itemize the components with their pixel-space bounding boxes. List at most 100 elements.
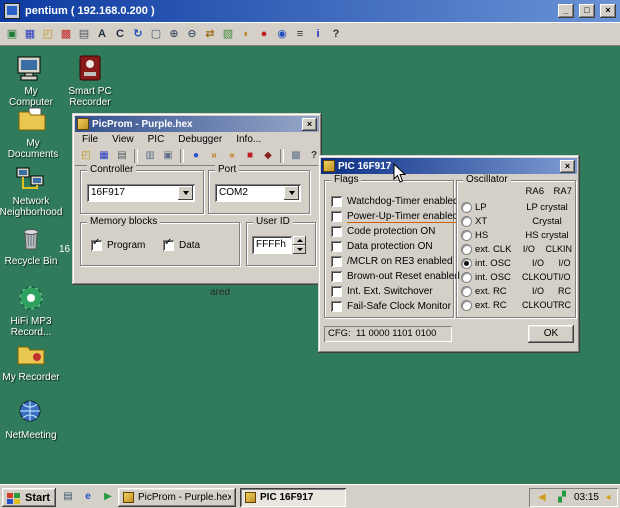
start-button[interactable]: Start <box>2 488 56 507</box>
task-button-pic-dialog[interactable]: PIC 16F917 <box>240 488 346 507</box>
oscillator-radio[interactable] <box>461 229 472 241</box>
flag-checkbox[interactable] <box>331 196 342 207</box>
program-checkbox[interactable] <box>91 237 102 251</box>
desktop-icon-recycle-bin[interactable]: Recycle Bin <box>2 222 60 267</box>
oscillator-radio[interactable] <box>461 271 472 283</box>
controller-combo[interactable]: 16F917 <box>87 184 195 202</box>
picprom-title: PicProm - Purple.hex <box>92 118 193 130</box>
maximize-button[interactable]: □ <box>579 4 595 18</box>
hex-editor-icon[interactable]: ▥ <box>142 148 158 164</box>
fullscreen-icon[interactable]: ▢ <box>148 26 164 42</box>
ctrl-key-icon[interactable]: C <box>112 26 128 42</box>
settings-icon[interactable]: ≡ <box>292 26 308 42</box>
flag-row: Code protection ON <box>331 225 435 238</box>
file-transfer-icon[interactable]: ⇄ <box>202 26 218 42</box>
ctrl-esc-icon[interactable]: ▤ <box>76 26 92 42</box>
config-chip-icon[interactable]: ▩ <box>288 148 304 164</box>
desktop-icon-network-neighborhood[interactable]: Network Neighborhood <box>0 162 62 218</box>
flag-row: Power-Up-Timer enabled <box>331 210 459 223</box>
save-connection-icon[interactable]: ▦ <box>22 26 38 42</box>
desktop-icon-hifi-mp3[interactable]: HiFi MP3 Record... <box>2 282 60 338</box>
minimize-button[interactable]: _ <box>558 4 574 18</box>
menu-file[interactable]: File <box>75 133 105 146</box>
volume-icon[interactable]: ◀ <box>534 490 550 506</box>
ok-button[interactable]: OK <box>528 325 574 343</box>
chip-info-icon[interactable]: ▣ <box>160 148 176 164</box>
menu-view[interactable]: View <box>105 133 141 146</box>
cfg-field: CFG: 11 0000 1101 0100 <box>324 326 452 342</box>
oscillator-radio[interactable] <box>461 215 472 227</box>
refresh-icon[interactable]: ↻ <box>130 26 146 42</box>
port-combo[interactable]: COM2 <box>215 184 301 202</box>
verify-chip-icon[interactable]: « <box>224 148 240 164</box>
info-icon[interactable]: i <box>310 26 326 42</box>
flag-checkbox[interactable] <box>331 226 342 237</box>
menu-pic[interactable]: PIC <box>141 133 172 146</box>
ra7-value: I/O <box>558 258 571 268</box>
alt-key-icon[interactable]: A <box>94 26 110 42</box>
oscillator-radio[interactable] <box>461 285 472 297</box>
flag-checkbox[interactable] <box>331 271 342 282</box>
clipboard-icon[interactable]: ▧ <box>220 26 236 42</box>
close-button[interactable]: × <box>600 4 616 18</box>
port-dropdown-button[interactable] <box>284 186 299 200</box>
oscillator-radio[interactable] <box>461 299 472 311</box>
desktop-icon-my-documents[interactable]: My Documents <box>2 104 64 160</box>
viewer-titlebar[interactable]: pentium ( 192.168.0.200 ) _ □ × <box>0 0 620 22</box>
desktop-icon-my-recorder[interactable]: My Recorder <box>2 338 60 383</box>
data-checkbox[interactable] <box>163 237 174 251</box>
menu-debugger[interactable]: Debugger <box>171 133 229 146</box>
network-status-icon[interactable]: ▞ <box>554 490 570 506</box>
pic-dialog-close-button[interactable]: × <box>560 159 575 173</box>
read-chip-icon[interactable]: ● <box>188 148 204 164</box>
program-chip-icon[interactable]: » <box>206 148 222 164</box>
erase-chip-icon[interactable]: ◆ <box>260 148 276 164</box>
internet-explorer-icon[interactable]: e <box>80 489 96 505</box>
menu-info[interactable]: Info... <box>229 133 268 146</box>
picprom-close-button[interactable]: × <box>302 117 317 131</box>
flag-checkbox[interactable] <box>331 241 342 252</box>
open-file-icon[interactable]: ◰ <box>78 148 94 164</box>
save-file-icon[interactable]: ▦ <box>96 148 112 164</box>
print-icon[interactable]: ▤ <box>114 148 130 164</box>
controller-dropdown-button[interactable] <box>178 186 193 200</box>
flag-checkbox[interactable] <box>331 256 342 267</box>
desktop-icon-my-computer[interactable]: My Computer <box>2 52 60 108</box>
zoom-in-icon[interactable]: ⊕ <box>166 26 182 42</box>
desktop-icon-netmeeting[interactable]: NetMeeting <box>2 396 60 441</box>
pic-dialog-titlebar[interactable]: PIC 16F917 × <box>321 158 577 174</box>
windows-flag-icon <box>7 492 20 504</box>
oscillator-radio[interactable] <box>461 243 472 255</box>
oscillator-option: XT Crystal <box>461 215 572 227</box>
oscillator-radio[interactable] <box>461 201 472 213</box>
netmeeting-icon <box>15 396 47 428</box>
picprom-toolbar: ◰ ▦ ▤ ▥ ▣ ● » « ■ ◆ ▩ ? <box>75 146 319 166</box>
picprom-titlebar[interactable]: PicProm - Purple.hex × <box>75 116 319 132</box>
ctrl-alt-del-icon[interactable]: ▩ <box>58 26 74 42</box>
flag-checkbox[interactable] <box>331 286 342 297</box>
oscillator-name: ext. RC <box>475 299 507 311</box>
new-connection-icon[interactable]: ▣ <box>4 26 20 42</box>
show-desktop-icon[interactable]: ▤ <box>60 489 76 505</box>
flag-checkbox[interactable] <box>331 211 342 222</box>
help-icon[interactable]: ? <box>328 26 344 42</box>
chevron-down-icon <box>288 191 295 195</box>
zoom-out-icon[interactable]: ⊖ <box>184 26 200 42</box>
media-player-icon[interactable]: ▶ <box>100 489 116 505</box>
user-id-field[interactable]: FFFFh <box>252 236 292 254</box>
spin-down-button[interactable] <box>293 245 306 254</box>
record-icon[interactable]: ● <box>256 26 272 42</box>
notification-arrow-icon[interactable]: ◂ <box>603 490 613 506</box>
task-button-picprom[interactable]: PicProm - Purple.hex <box>118 488 236 507</box>
open-connection-icon[interactable]: ◰ <box>40 26 56 42</box>
desktop-icon-smart-pc-recorder[interactable]: Smart PC Recorder <box>62 52 118 108</box>
snapshot-icon[interactable]: ◉ <box>274 26 290 42</box>
spin-up-button[interactable] <box>293 236 306 245</box>
smart-pc-recorder-icon <box>74 52 106 84</box>
flag-checkbox[interactable] <box>331 301 342 312</box>
user-id-spinner <box>293 236 306 254</box>
stop-icon[interactable]: ■ <box>242 148 258 164</box>
chat-icon[interactable]: ◗ <box>238 26 254 42</box>
oscillator-radio[interactable] <box>461 257 472 269</box>
desktop[interactable]: My Computer Smart PC Recorder My Documen… <box>0 46 620 484</box>
